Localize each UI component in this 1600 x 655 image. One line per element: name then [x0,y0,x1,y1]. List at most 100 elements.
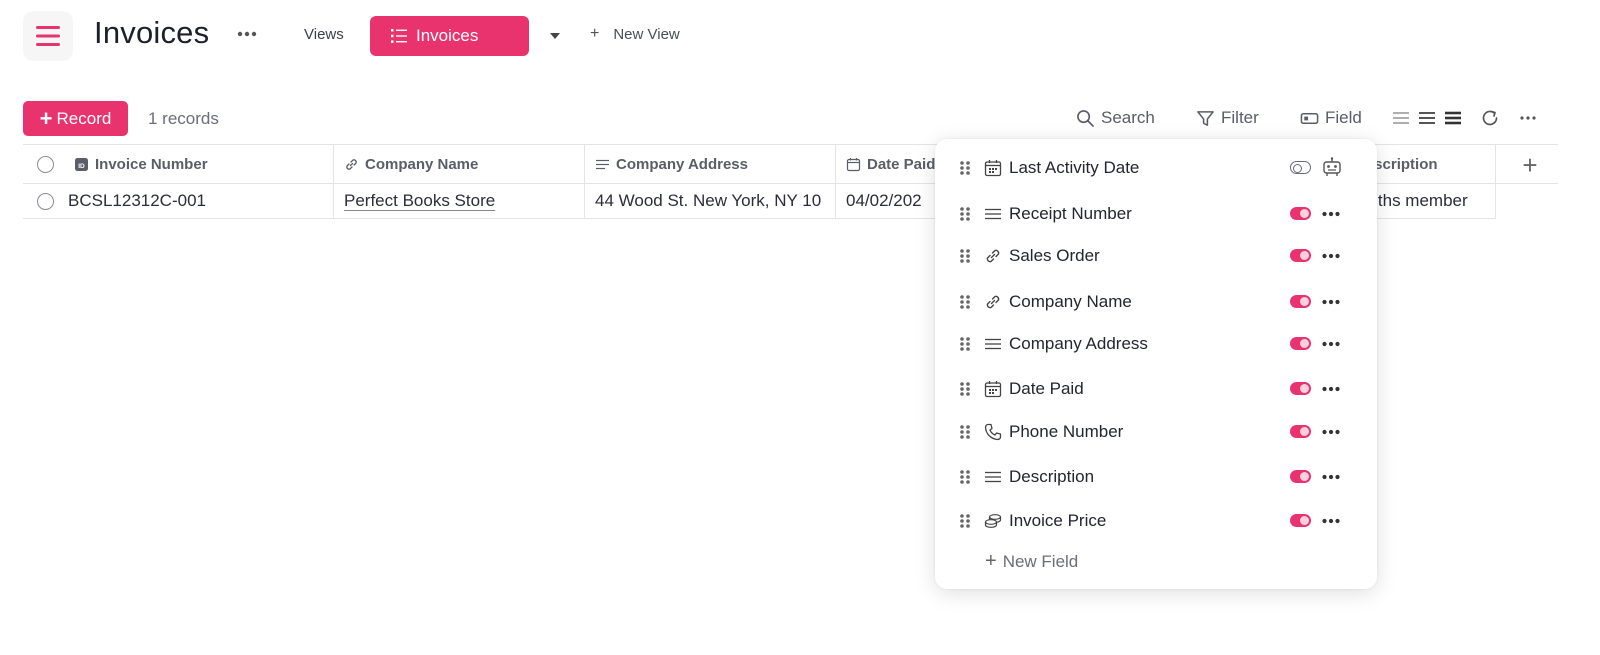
field-icon [1300,112,1319,124]
column-header-label: Company Name [365,155,479,173]
field-item-company-name[interactable]: Company Name [935,287,1377,317]
visibility-toggle[interactable] [1290,161,1311,174]
view-tab-invoices[interactable]: Invoices [370,16,529,56]
field-item-label: Phone Number [1009,422,1124,441]
fields-popup: Last Activity Date Receipt Number Sales … [935,139,1377,589]
id-icon: ID [75,157,88,171]
field-item-last-activity-date[interactable]: Last Activity Date [935,153,1377,183]
column-header-label: Company Address [616,155,748,173]
column-header-company-name[interactable]: Company Name [334,145,585,183]
view-tab-label: Invoices [416,26,479,45]
column-header-invoice-number[interactable]: ID Invoice Number [23,145,334,183]
row-height-short-icon[interactable] [1391,108,1411,128]
select-all-checkbox[interactable] [37,155,54,173]
page-title: Invoices [94,15,210,50]
drag-handle-icon[interactable] [959,336,971,352]
phone-icon [984,423,1002,441]
cell-company-name[interactable]: Perfect Books Store [334,184,585,218]
add-record-label: Record [56,108,112,128]
more-horizontal-icon[interactable] [1321,423,1341,441]
drag-handle-icon[interactable] [959,424,971,440]
visibility-toggle[interactable] [1290,295,1311,308]
link-icon [986,249,1000,263]
visibility-toggle[interactable] [1290,425,1311,438]
visibility-toggle[interactable] [1290,207,1311,220]
more-horizontal-icon [237,31,257,37]
field-item-label: Date Paid [1009,379,1084,398]
field-item-label: Invoice Price [1009,511,1107,530]
drag-handle-icon[interactable] [959,469,971,485]
row-height-tall-icon[interactable] [1443,108,1463,128]
more-horizontal-icon[interactable] [1321,380,1341,398]
field-item-label: Last Activity Date [1009,158,1140,177]
company-name-link[interactable]: Perfect Books Store [344,191,495,211]
plus-icon: + [39,105,53,131]
title-more-button[interactable] [234,22,260,46]
more-horizontal-icon[interactable] [1321,293,1341,311]
new-field-button[interactable]: + New Field [985,550,1078,573]
calendar-icon [984,160,1002,177]
more-horizontal-icon[interactable] [1321,335,1341,353]
list-icon [391,29,407,43]
row-checkbox[interactable] [37,192,54,210]
more-horizontal-icon[interactable] [1321,468,1341,486]
field-item-label: Description [1009,467,1095,486]
more-horizontal-icon[interactable] [1518,108,1538,128]
visibility-toggle[interactable] [1290,514,1311,527]
company-address-value: 44 Wood St. New York, NY 10 [595,191,822,210]
text-lines-icon [985,471,1001,483]
add-record-button[interactable]: + Record [23,101,128,136]
new-view-label: New View [613,25,680,43]
field-item-date-paid[interactable]: Date Paid [935,374,1377,404]
field-label: Field [1325,108,1362,127]
cell-invoice-number[interactable]: BCSL12312C-001 [23,184,334,218]
field-item-invoice-price[interactable]: Invoice Price [935,506,1377,536]
field-item-label: Company Name [1009,292,1132,311]
column-header-description[interactable]: Description [1363,145,1496,183]
refresh-icon[interactable] [1480,108,1500,128]
visibility-toggle[interactable] [1290,382,1311,395]
plus-icon: + [985,550,997,572]
field-item-company-address[interactable]: Company Address [935,329,1377,359]
visibility-toggle[interactable] [1290,470,1311,483]
cell-description[interactable]: onths member [1363,184,1496,218]
hamburger-menu-icon [36,26,60,46]
row-height-medium-icon[interactable] [1417,108,1437,128]
robot-icon[interactable] [1321,156,1343,178]
caret-down-icon[interactable] [547,28,563,44]
new-view-button[interactable]: + New View [590,25,680,43]
field-item-label: Receipt Number [1009,204,1132,223]
more-horizontal-icon[interactable] [1321,512,1341,530]
field-button[interactable]: Field [1300,108,1362,128]
new-field-label: New Field [1002,551,1079,571]
cell-company-address[interactable]: 44 Wood St. New York, NY 10 [585,184,836,218]
drag-handle-icon[interactable] [959,206,971,222]
field-item-label: Company Address [1009,334,1148,353]
records-count: 1 records [148,109,219,128]
drag-handle-icon[interactable] [959,294,971,310]
plus-icon: + [590,25,600,42]
description-value: onths member [1363,191,1468,210]
field-item-phone-number[interactable]: Phone Number [935,417,1377,447]
column-header-company-address[interactable]: Company Address [585,145,836,183]
filter-button[interactable]: Filter [1196,108,1259,128]
search-button[interactable]: Search [1076,108,1155,128]
search-icon [1077,109,1094,127]
field-item-sales-order[interactable]: Sales Order [935,241,1377,271]
drag-handle-icon[interactable] [959,160,971,176]
main-menu-button[interactable] [23,11,73,61]
visibility-toggle[interactable] [1290,249,1311,262]
column-header-label: Date Paid [867,155,936,173]
field-item-description[interactable]: Description [935,462,1377,492]
more-horizontal-icon[interactable] [1321,205,1341,223]
more-horizontal-icon[interactable] [1321,247,1341,265]
text-lines-icon [985,338,1001,350]
field-item-receipt-number[interactable]: Receipt Number [935,199,1377,229]
svg-text:ID: ID [78,163,85,170]
drag-handle-icon[interactable] [959,248,971,264]
drag-handle-icon[interactable] [959,513,971,529]
add-column-button[interactable]: + [1518,150,1542,180]
visibility-toggle[interactable] [1290,337,1311,350]
field-item-label: Sales Order [1009,246,1100,265]
drag-handle-icon[interactable] [959,381,971,397]
